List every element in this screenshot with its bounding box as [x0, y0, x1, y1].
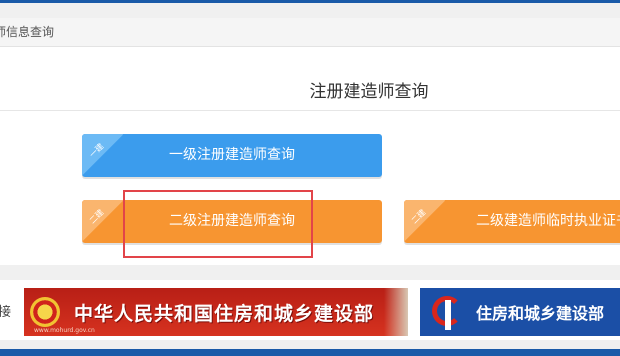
national-emblem-icon — [30, 297, 60, 327]
query-panel: 注册建造师查询 一建 一级注册建造师查询 二建 二级注册建造师查询 二建 二级建… — [0, 47, 620, 265]
corner-tag: 一建 — [82, 134, 124, 177]
links-label: 接 — [0, 305, 12, 320]
banner-fade — [384, 288, 408, 336]
button-label: 一级注册建造师查询 — [169, 147, 295, 163]
breadcrumb: 师信息查询 — [0, 18, 620, 47]
housing-logo-icon — [426, 292, 472, 332]
corner-tag: 二建 — [82, 200, 124, 243]
links-bar: 接 中华人民共和国住房和城乡建设部 www.mohurd.gov.cn 住房和城… — [0, 280, 620, 340]
bottom-bar — [0, 349, 620, 356]
button-label: 二级注册建造师查询 — [169, 213, 295, 229]
mohurd-banner-link[interactable]: 中华人民共和国住房和城乡建设部 www.mohurd.gov.cn — [24, 288, 408, 336]
first-class-constructor-query-button[interactable]: 一建 一级注册建造师查询 — [82, 134, 382, 177]
corner-tag: 二建 — [404, 200, 446, 243]
breadcrumb-text: 师信息查询 — [0, 25, 55, 39]
top-bar — [0, 0, 620, 3]
title-divider — [0, 110, 620, 111]
banner-text: 中华人民共和国住房和城乡建设部 — [74, 302, 375, 325]
banner-url: www.mohurd.gov.cn — [34, 327, 95, 334]
housing-banner-link[interactable]: 住房和城乡建设部 — [420, 288, 620, 336]
button-label: 二级建造师临时执业证书人 — [476, 213, 620, 229]
temporary-certificate-query-button[interactable]: 二建 二级建造师临时执业证书人 — [404, 200, 620, 243]
page-title: 注册建造师查询 — [309, 82, 429, 102]
banner-text: 住房和城乡建设部 — [476, 304, 605, 323]
second-class-constructor-query-button[interactable]: 二建 二级注册建造师查询 — [82, 200, 382, 243]
